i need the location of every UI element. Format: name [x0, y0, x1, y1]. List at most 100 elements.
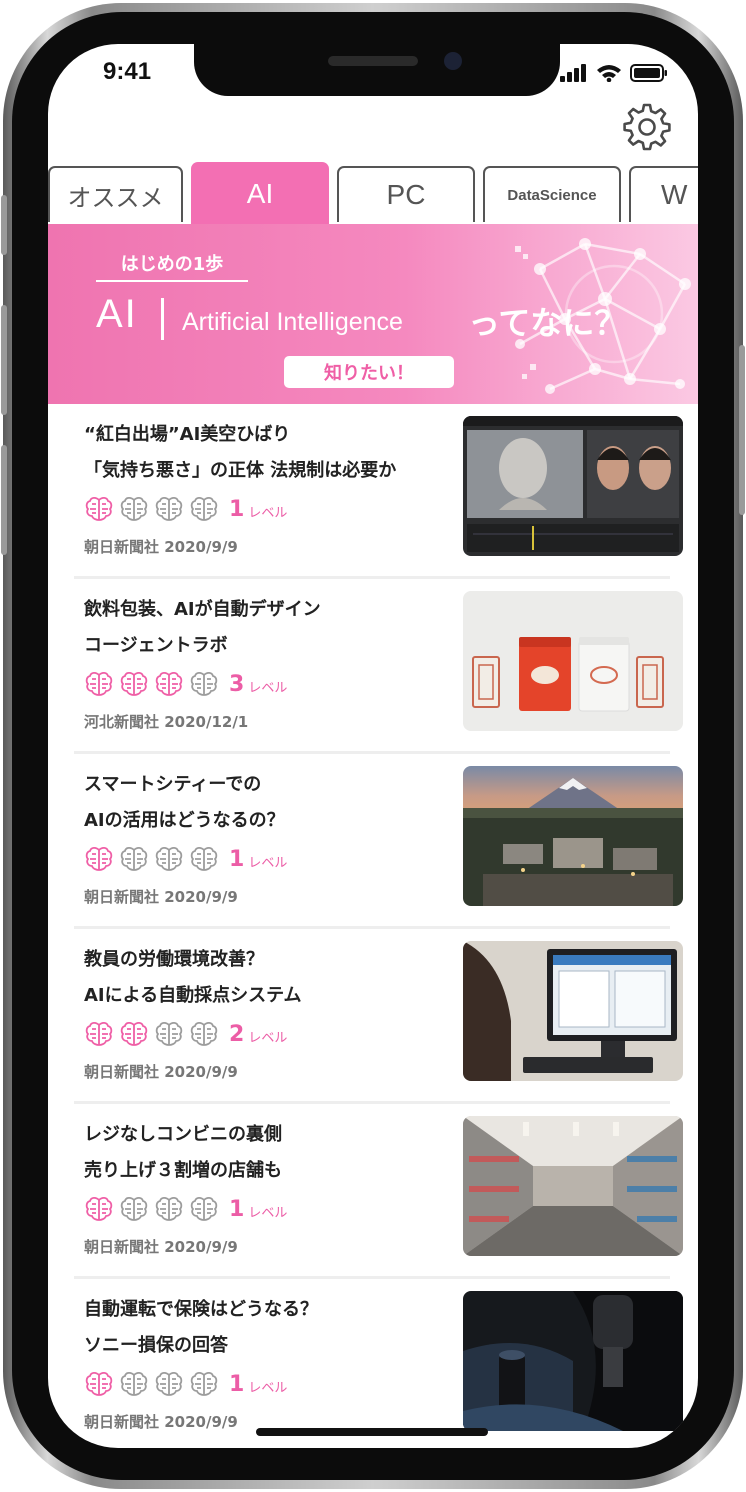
brain-icon	[119, 844, 149, 874]
intro-banner[interactable]: はじめの1歩 AI Artificial Intelligence ってなに？ …	[48, 224, 698, 404]
signal-icon	[560, 64, 586, 82]
tab-label: オススメ	[67, 184, 164, 212]
earpiece-speaker	[328, 56, 418, 66]
banner-ai-title: AI	[96, 292, 138, 336]
brain-icon	[154, 669, 184, 699]
learn-more-button[interactable]: 知りたい！	[284, 356, 454, 388]
level-indicator: 1 レベル	[84, 1192, 287, 1226]
banner-english-title: Artificial Intelligence	[182, 308, 403, 336]
face-3d-modeling-thumbnail[interactable]	[463, 416, 683, 556]
level-brains	[84, 494, 224, 524]
mute-switch	[1, 195, 7, 255]
notch	[194, 44, 560, 96]
car-interior-thumbnail[interactable]	[463, 1291, 683, 1431]
tab-label: PC	[386, 179, 426, 210]
power-button	[739, 345, 745, 515]
status-time: 9:41	[103, 58, 152, 85]
article-title-line-2: AIによる自動採点システム	[84, 985, 302, 1006]
level-indicator: 2 レベル	[84, 1017, 287, 1051]
home-indicator[interactable]	[256, 1428, 488, 1436]
car-interior-photo	[463, 1291, 683, 1431]
level-number: 1	[229, 1371, 245, 1397]
level-indicator: 1 レベル	[84, 1367, 287, 1401]
article-item[interactable]: “紅白出場”AI美空ひばり 「気持ち悪さ」の正体 法規制は必要か 1 レベル 朝…	[74, 404, 683, 579]
brain-icon	[119, 494, 149, 524]
face-3d-modeling-photo	[463, 416, 683, 556]
tab-w[interactable]: W	[629, 166, 698, 222]
article-title-line-2: ソニー損保の回答	[84, 1335, 228, 1356]
tab-pc[interactable]: PC	[337, 166, 475, 222]
wifi-icon	[597, 65, 621, 82]
brain-icon	[84, 844, 114, 874]
brain-icon	[154, 1019, 184, 1049]
volume-down-button	[1, 445, 7, 555]
brain-icon	[84, 1194, 114, 1224]
article-title-line-1: 教員の労働環境改善？	[84, 949, 264, 970]
brain-icon	[154, 1369, 184, 1399]
brain-icon	[189, 1019, 219, 1049]
article-item[interactable]: 自動運転で保険はどうなる？ ソニー損保の回答 1 レベル 朝日新聞社 2020/…	[74, 1279, 683, 1448]
level-brains	[84, 669, 224, 699]
level-unit: レベル	[248, 1205, 288, 1221]
level-unit: レベル	[248, 855, 288, 871]
article-title-line-1: 飲料包装、AIが自動デザイン	[84, 599, 321, 620]
brain-icon	[119, 669, 149, 699]
brain-icon	[119, 1019, 149, 1049]
brain-icon	[84, 1019, 114, 1049]
brain-icon	[154, 844, 184, 874]
category-tabs: オススメ AI PC DataScience W	[48, 162, 698, 224]
brain-icon	[189, 669, 219, 699]
tab-ai[interactable]: AI	[191, 162, 329, 224]
article-title-line-2: 「気持ち悪さ」の正体 法規制は必要か	[84, 460, 397, 481]
tab-label: DataScience	[507, 186, 597, 204]
tea-packaging-thumbnail[interactable]	[463, 591, 683, 731]
brain-icon	[119, 1194, 149, 1224]
level-indicator: 1 レベル	[84, 492, 287, 526]
article-item[interactable]: レジなしコンビニの裏側 売り上げ３割増の店舗も 1 レベル 朝日新聞社 2020…	[74, 1104, 683, 1279]
article-source: 朝日新聞社 2020/9/9	[84, 888, 238, 906]
banner-question: ってなに？	[468, 304, 627, 342]
level-number: 1	[229, 1196, 245, 1222]
article-item[interactable]: 教員の労働環境改善？ AIによる自動採点システム 2 レベル 朝日新聞社 202…	[74, 929, 683, 1104]
article-source: 朝日新聞社 2020/9/9	[84, 1413, 238, 1431]
article-source: 朝日新聞社 2020/9/9	[84, 538, 238, 556]
article-source: 朝日新聞社 2020/9/9	[84, 1063, 238, 1081]
tab-label: W	[661, 179, 688, 210]
level-unit: レベル	[248, 1380, 288, 1396]
level-brains	[84, 1194, 224, 1224]
article-source: 朝日新聞社 2020/9/9	[84, 1238, 238, 1256]
brain-icon	[84, 669, 114, 699]
brain-icon	[154, 494, 184, 524]
tab-label: AI	[246, 178, 274, 209]
computer-monitor-photo	[463, 941, 683, 1081]
level-indicator: 1 レベル	[84, 842, 287, 876]
level-brains	[84, 844, 224, 874]
article-title-line-1: スマートシティーでの	[84, 774, 262, 795]
computer-monitor-thumbnail[interactable]	[463, 941, 683, 1081]
level-indicator: 3 レベル	[84, 667, 287, 701]
article-item[interactable]: スマートシティーでの AIの活用はどうなるの？ 1 レベル 朝日新聞社 2020…	[74, 754, 683, 929]
article-title-line-1: レジなしコンビニの裏側	[84, 1124, 282, 1145]
article-title-line-1: “紅白出場”AI美空ひばり	[84, 424, 291, 445]
article-source: 河北新聞社 2020/12/1	[84, 713, 249, 731]
level-unit: レベル	[248, 1030, 288, 1046]
volume-up-button	[1, 305, 7, 415]
article-item[interactable]: 飲料包装、AIが自動デザイン コージェントラボ 3 レベル 河北新聞社 2020…	[74, 579, 683, 754]
article-title-line-2: コージェントラボ	[84, 635, 228, 656]
tea-packaging-photo	[463, 591, 683, 731]
article-title-line-1: 自動運転で保険はどうなる？	[84, 1299, 318, 1320]
settings-gear-icon[interactable]	[622, 102, 672, 152]
city-mount-fuji-thumbnail[interactable]	[463, 766, 683, 906]
tab-datascience[interactable]: DataScience	[483, 166, 621, 222]
level-number: 3	[229, 671, 245, 697]
store-aisle-thumbnail[interactable]	[463, 1116, 683, 1256]
level-unit: レベル	[248, 505, 288, 521]
level-unit: レベル	[248, 680, 288, 696]
level-number: 1	[229, 846, 245, 872]
brain-icon	[119, 1369, 149, 1399]
level-number: 1	[229, 496, 245, 522]
tab-osusume[interactable]: オススメ	[48, 166, 183, 222]
brain-icon	[189, 494, 219, 524]
brain-icon	[189, 1194, 219, 1224]
brain-icon	[84, 494, 114, 524]
